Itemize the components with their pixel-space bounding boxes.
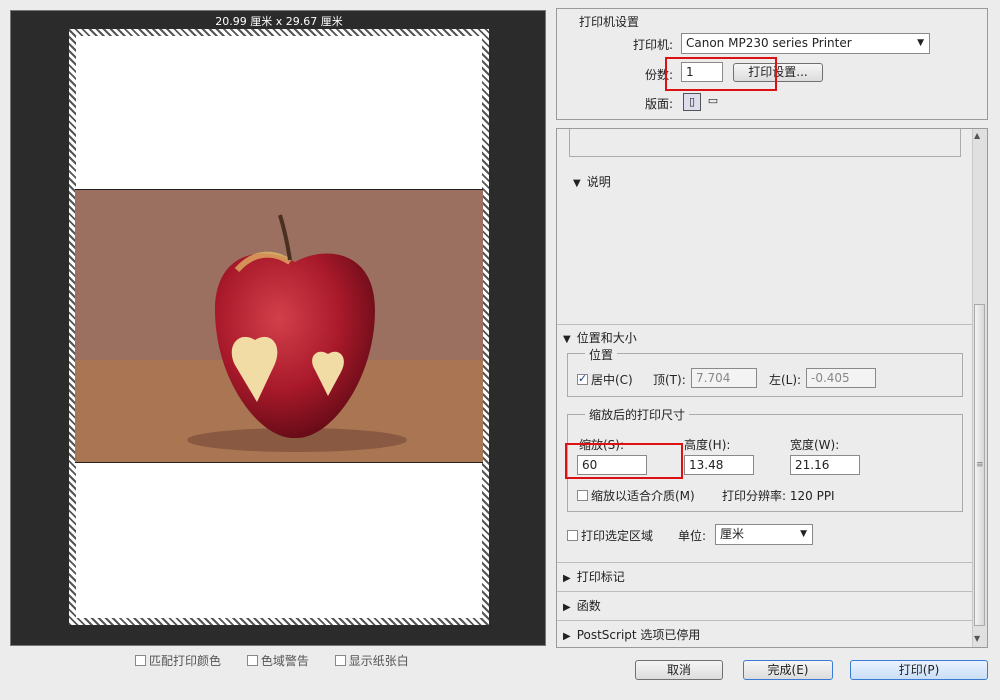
print-options-scroll-panel: ▼说明 ▼位置和大小 位置 居中(C) 顶(T): 7.704 左(L): -0…: [556, 128, 988, 648]
height-label: 高度(H):: [684, 438, 731, 452]
position-size-section-header[interactable]: ▼ 位置和大小: [563, 329, 637, 346]
position-group-label: 位置: [585, 346, 618, 363]
printer-select[interactable]: Canon MP230 series Printer ▼: [681, 33, 930, 54]
center-checkbox[interactable]: [577, 372, 588, 385]
fit-media-option[interactable]: 缩放以适合介质(M): [577, 487, 695, 504]
print-selected-area-checkbox[interactable]: [567, 530, 578, 541]
triangle-down-icon: ▼: [563, 334, 571, 345]
triangle-right-icon: ▶: [563, 631, 571, 642]
portrait-layout-icon[interactable]: ▯: [683, 93, 701, 111]
show-paper-white-option[interactable]: 显示纸张白: [334, 652, 409, 669]
printer-settings-heading: 打印机设置: [579, 15, 640, 29]
postscript-section-header[interactable]: ▶ PostScript 选项已停用: [563, 626, 700, 643]
print-selected-area-option[interactable]: 打印选定区域: [567, 527, 653, 544]
unit-select[interactable]: 厘米 ▼: [715, 524, 813, 545]
print-button[interactable]: 打印(P): [850, 660, 988, 680]
scaled-print-size-label: 缩放后的打印尺寸: [585, 406, 690, 423]
print-marks-section-header[interactable]: ▶ 打印标记: [563, 568, 625, 585]
triangle-right-icon: ▶: [563, 602, 571, 613]
width-label: 宽度(W):: [790, 438, 840, 452]
center-option[interactable]: 居中(C): [577, 371, 633, 388]
chevron-down-icon: ▼: [800, 529, 807, 539]
scroll-up-arrow-icon[interactable]: ▲: [974, 131, 980, 140]
height-input[interactable]: 13.48: [684, 455, 754, 475]
show-paper-white-checkbox[interactable]: [334, 655, 346, 666]
top-input[interactable]: 7.704: [691, 368, 757, 388]
preview-options: 匹配打印颜色 色域警告 显示纸张白: [135, 652, 431, 669]
gamut-warning-checkbox[interactable]: [246, 655, 258, 666]
highlight-box: [565, 443, 683, 479]
top-label: 顶(T):: [653, 373, 686, 387]
triangle-down-icon: ▼: [573, 178, 581, 189]
printer-label: 打印机:: [633, 38, 674, 52]
description-textbox-bottom: [569, 129, 961, 157]
options-scrollbar[interactable]: ▲ ≡ ▼: [972, 129, 987, 647]
match-print-colors-checkbox[interactable]: [135, 655, 146, 666]
width-input[interactable]: 21.16: [790, 455, 860, 475]
done-button[interactable]: 完成(E): [743, 660, 833, 680]
apple-photo-graphic: [75, 190, 483, 462]
left-input[interactable]: -0.405: [806, 368, 876, 388]
triangle-right-icon: ▶: [563, 573, 571, 584]
preview-image-apple[interactable]: [75, 189, 483, 463]
layout-label: 版面:: [645, 97, 674, 111]
chevron-down-icon: ▼: [917, 38, 924, 48]
paper-dimensions: 20.99 厘米 x 29.67 厘米: [215, 15, 343, 28]
description-section-header[interactable]: ▼ 说明: [573, 173, 611, 190]
print-resolution-text: 打印分辨率: 120 PPI: [722, 489, 835, 503]
landscape-layout-icon[interactable]: ▭: [704, 93, 722, 111]
unit-label: 单位:: [678, 529, 707, 543]
match-print-colors-option[interactable]: 匹配打印颜色: [135, 652, 221, 669]
scroll-down-arrow-icon[interactable]: ▼: [974, 634, 980, 643]
scrollbar-thumb[interactable]: ≡: [974, 304, 985, 626]
print-preview-area: 20.99 厘米 x 29.67 厘米: [10, 10, 546, 646]
left-label: 左(L):: [769, 373, 802, 387]
printer-settings-panel: 打印机设置 打印机: Canon MP230 series Printer ▼ …: [556, 8, 988, 120]
gamut-warning-option[interactable]: 色域警告: [246, 652, 309, 669]
cancel-button[interactable]: 取消: [635, 660, 723, 680]
functions-section-header[interactable]: ▶ 函数: [563, 597, 601, 614]
highlight-box: [665, 57, 777, 91]
fit-media-checkbox[interactable]: [577, 490, 588, 501]
